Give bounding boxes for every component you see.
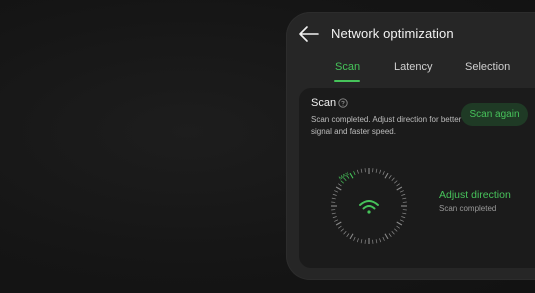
dial-tick (360, 239, 363, 244)
scan-description: Scan completed. Adjust direction for bet… (311, 115, 462, 136)
scan-status-label: Scan completed (439, 204, 497, 213)
dial-tick (334, 219, 339, 222)
dial-tick (388, 233, 392, 237)
dial-tick (346, 233, 350, 237)
back-arrow-icon[interactable] (298, 24, 320, 44)
page-title: Network optimization (331, 26, 454, 41)
dial-tick (401, 193, 406, 196)
dial-max-label: MAX (338, 171, 351, 182)
screen-background: Network optimization Scan Latency Select… (0, 0, 535, 293)
dial-tick (375, 168, 378, 173)
tab-selection[interactable]: Selection (465, 61, 510, 73)
wifi-icon (359, 200, 379, 214)
dial-tick (394, 180, 398, 184)
dial-tick (356, 169, 359, 174)
tab-latency[interactable]: Latency (394, 61, 433, 73)
scan-card-title: Scan (311, 97, 337, 109)
adjust-direction-label: Adjust direction (439, 189, 511, 201)
dial-tick (332, 216, 337, 219)
dial-tick (396, 186, 403, 191)
dial-tick (332, 193, 337, 196)
dial-tick (353, 171, 356, 176)
tab-bar: Scan Latency Selection (286, 61, 535, 85)
dial-tick (388, 175, 392, 179)
info-circle-icon[interactable] (338, 98, 348, 108)
tab-scan[interactable]: Scan (335, 61, 360, 73)
dial-tick (399, 190, 404, 193)
dial-tick (331, 197, 336, 200)
dial-tick (334, 190, 339, 193)
dial-tick (399, 219, 404, 222)
scan-card: Scan Scan completed. Adjust direction fo… (299, 88, 535, 268)
dial-tick (384, 233, 389, 240)
dial-tick (349, 172, 354, 179)
dial-tick (360, 168, 363, 173)
dial-tick (335, 221, 342, 226)
dial-tick (356, 238, 359, 243)
dial-tick (394, 228, 398, 232)
dial-tick (331, 212, 336, 215)
dial-tick (353, 236, 356, 241)
dial-tick (340, 228, 344, 232)
dial-tick (391, 231, 395, 235)
dial-tick (384, 172, 389, 179)
dial-tick (382, 171, 385, 176)
dial-tick (382, 236, 385, 241)
direction-dial: MAX (331, 168, 407, 244)
dial-tick (349, 233, 354, 240)
active-tab-indicator (334, 80, 360, 82)
dial-tick (338, 183, 342, 187)
app-header: Network optimization (286, 12, 535, 58)
dial-tick (391, 177, 395, 181)
dial-tick (401, 216, 406, 219)
dial-tick (396, 225, 400, 229)
dial-tick (375, 239, 378, 244)
dial-tick (402, 197, 407, 200)
phone-panel: Network optimization Scan Latency Select… (286, 12, 535, 280)
dial-tick (338, 225, 342, 229)
dial-tick (396, 221, 403, 226)
dial-tick (402, 212, 407, 215)
dial-tick (335, 186, 342, 191)
dial-tick (396, 183, 400, 187)
dial-tick (379, 238, 382, 243)
scan-again-button[interactable]: Scan again (461, 103, 528, 126)
dial-tick (343, 231, 347, 235)
dial-tick (379, 169, 382, 174)
